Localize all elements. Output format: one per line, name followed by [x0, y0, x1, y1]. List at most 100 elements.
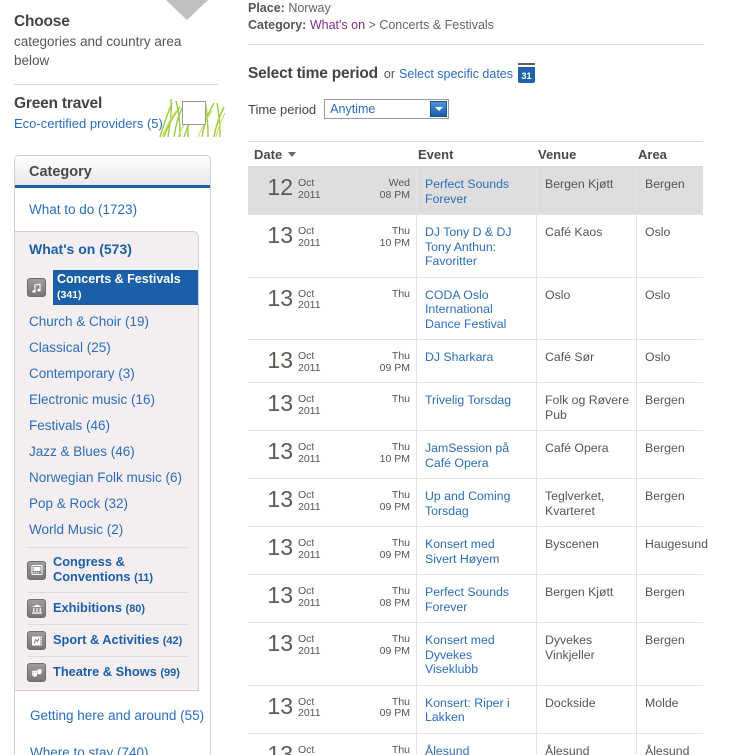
row-event[interactable]: DJ Sharkara: [416, 340, 536, 382]
sidebar-item-getting-here[interactable]: Getting here and around (55): [15, 697, 210, 734]
breadcrumb-link-whats-on[interactable]: What's on: [310, 18, 365, 32]
sidebar-subitem[interactable]: Church & Choir (19): [15, 309, 198, 335]
group-label: Theatre & Shows: [53, 664, 157, 679]
row-day: 13: [267, 534, 293, 560]
whats-on-subcategory-list: Church & Choir (19) Classical (25) Conte…: [15, 309, 198, 545]
breadcrumb-place: Place: Norway: [248, 0, 745, 17]
row-area: Bergen: [636, 167, 703, 214]
row-time: 10 PM: [379, 236, 410, 249]
column-header-date[interactable]: Date: [248, 147, 418, 162]
row-month-year: Oct2011: [296, 734, 338, 755]
sidebar-item-whats-on[interactable]: What's on (573): [15, 232, 198, 266]
sidebar-subitem[interactable]: Contemporary (3): [15, 361, 198, 387]
sport-activities-label[interactable]: Sport & Activities (42): [53, 632, 182, 649]
row-venue: Café Opera: [536, 431, 636, 478]
place-label: Place:: [248, 1, 285, 15]
row-event[interactable]: Konsert med Sivert Høyem: [416, 527, 536, 574]
sidebar-subitem[interactable]: Pop & Rock (32): [15, 491, 198, 517]
whats-on-section: What's on (573) Concerts & Festivals (34…: [15, 231, 199, 691]
column-header-event[interactable]: Event: [418, 147, 538, 162]
theatre-shows-label[interactable]: Theatre & Shows (99): [53, 664, 180, 681]
row-event[interactable]: Konsert med Dyvekes Viseklubb: [416, 623, 536, 685]
row-event[interactable]: Trivelig Torsdag: [416, 383, 536, 430]
row-time: 09 PM: [379, 548, 410, 561]
row-month-year: Oct2011: [296, 575, 338, 622]
sidebar-item-exhibitions[interactable]: Exhibitions (80): [15, 595, 198, 622]
breadcrumb-current: Concerts & Festivals: [379, 18, 494, 32]
sidebar-item-what-to-do[interactable]: What to do (1723): [15, 188, 210, 231]
table-row[interactable]: 13 Oct 2011 Thu 10 PM JamSession på Café Oper…: [248, 431, 703, 479]
or-text: or: [383, 67, 396, 81]
row-year: 2011: [298, 596, 321, 609]
sidebar-subitem[interactable]: Norwegian Folk music (6): [15, 465, 198, 491]
row-year: 2011: [298, 404, 321, 417]
table-row[interactable]: 13 Oct 2011 Thu 09 PM DJ Sharkara Café Sør Oslo: [248, 340, 703, 383]
row-event[interactable]: DJ Tony D & DJ Tony Anthun: Favoritter: [416, 215, 536, 277]
row-month: Oct: [298, 633, 315, 645]
sidebar-item-congress-conventions[interactable]: Congress & Conventions (11): [15, 550, 198, 590]
row-weekday-time: Thu 09 PM: [338, 623, 416, 685]
row-venue: Ålesund Teaterfestival: [536, 733, 636, 755]
exhibitions-label[interactable]: Exhibitions (80): [53, 600, 145, 617]
chevron-down-icon[interactable]: [430, 101, 448, 117]
row-weekday-time: Thu: [338, 383, 416, 430]
table-row[interactable]: 13 Oct 2011 Thu 09 PM Konsert med Dyvekes Vis…: [248, 623, 703, 686]
table-row[interactable]: 13 Oct 2011 Thu 09 PM Konsert: Riper i Lakken…: [248, 685, 703, 734]
sidebar-subitem[interactable]: Electronic music (16): [15, 387, 198, 413]
active-count: (341): [57, 289, 82, 301]
time-period-select[interactable]: Anytime: [324, 99, 450, 119]
calendar-icon[interactable]: 31: [518, 62, 535, 83]
table-row[interactable]: 13 Oct 2011 Thu 09 PM Konsert med Sivert Høye…: [248, 527, 708, 575]
sidebar-subitem[interactable]: World Music (2): [15, 517, 198, 543]
row-year: 2011: [298, 188, 321, 201]
table-row[interactable]: 13 Oct 2011 Thu 08 PM Perfect Sounds Forever B…: [248, 575, 703, 623]
table-row[interactable]: 13 Oct 2011 Thu CODA Oslo International Danc…: [248, 277, 703, 340]
row-month: Oct: [298, 350, 315, 362]
time-period-heading-row: Select time period or Select specific da…: [248, 62, 745, 83]
sidebar-subitem[interactable]: Jazz & Blues (46): [15, 439, 198, 465]
page-root: Choose categories and country area below…: [0, 0, 745, 755]
row-event[interactable]: Perfect Sounds Forever: [416, 575, 536, 622]
column-header-venue[interactable]: Venue: [538, 147, 638, 162]
row-weekday: Wed: [388, 177, 410, 189]
row-month: Oct: [298, 743, 315, 755]
row-weekday-time: Wed 08 PM: [338, 167, 416, 214]
table-row[interactable]: 13 Oct 2011 Thu 09 PM Up and Coming Torsdag Te…: [248, 479, 703, 527]
row-event[interactable]: Perfect Sounds Forever: [416, 167, 536, 214]
sidebar-item-theatre-shows[interactable]: Theatre & Shows (99): [15, 659, 198, 686]
sidebar-item-concerts-festivals[interactable]: Concerts & Festivals (341): [15, 266, 198, 309]
time-period-selected-value: Anytime: [330, 102, 376, 116]
row-venue: Folk og Røvere Pub: [536, 383, 636, 430]
row-event[interactable]: Konsert: Riper i Lakken: [416, 685, 536, 733]
row-weekday: Thu: [391, 441, 410, 453]
sidebar-item-sport-activities[interactable]: Sport & Activities (42): [15, 627, 198, 654]
row-month-year: Oct2011: [296, 479, 338, 526]
sidebar-item-concerts-festivals-label[interactable]: Concerts & Festivals (341): [53, 270, 198, 305]
row-weekday-time: Thu 08 PM: [338, 575, 416, 622]
row-month: Oct: [298, 225, 315, 237]
row-month: Oct: [298, 489, 315, 501]
sidebar-subitem[interactable]: Festivals (46): [15, 413, 198, 439]
row-weekday-time: Thu 09 PM: [338, 686, 416, 733]
museum-building-icon: [27, 599, 46, 618]
column-header-area[interactable]: Area: [638, 147, 703, 162]
row-year: 2011: [298, 236, 321, 249]
sidebar-item-where-to-stay[interactable]: Where to stay (740): [15, 734, 210, 755]
calendar-icon-top: [518, 62, 535, 67]
row-event[interactable]: Up and Coming Torsdag: [416, 479, 536, 526]
pointer-triangle-icon: [166, 0, 208, 20]
sidebar-subitem[interactable]: Classical (25): [15, 335, 198, 361]
table-row[interactable]: 12 Oct 2011 Wed 08 PM Perfect Sounds Forever B…: [248, 167, 703, 215]
select-specific-dates-link[interactable]: Select specific dates: [399, 67, 513, 81]
row-time: 08 PM: [379, 596, 410, 609]
congress-conventions-label[interactable]: Congress & Conventions (11): [53, 554, 198, 586]
row-event[interactable]: CODA Oslo International Dance Festival: [416, 277, 536, 339]
row-event[interactable]: Ålesund Teaterfestival: [416, 733, 536, 755]
table-row[interactable]: 13Oct2011ThuÅlesund TeaterfestivalÅlesun…: [248, 733, 703, 755]
row-weekday: Thu: [391, 537, 410, 549]
table-row[interactable]: 13 Oct 2011 Thu 10 PM DJ Tony D & DJ Tony Ant…: [248, 215, 703, 278]
table-row[interactable]: 13 Oct 2011 Thu Trivelig Torsdag Folk og Røve…: [248, 383, 703, 431]
row-venue: Café Kaos: [536, 215, 636, 277]
group-label: Congress & Conventions: [53, 554, 131, 584]
row-event[interactable]: JamSession på Café Opera: [416, 431, 536, 478]
